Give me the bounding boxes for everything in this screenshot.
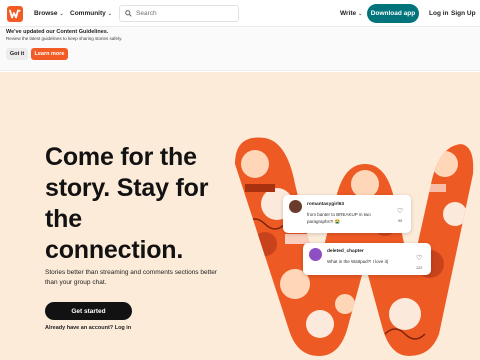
wattpad-logo-icon[interactable] — [7, 6, 23, 22]
comment-text: from banter to BREAKUP in two paragraphs… — [307, 212, 371, 224]
comment-username: romantasygirl63 — [307, 202, 345, 207]
guidelines-notice: We've updated our Content Guidelines. Re… — [0, 27, 480, 71]
hero-headline: Come for the story. Stay for the connect… — [45, 142, 235, 266]
have-account-text: Already have an account? Log in — [45, 325, 131, 331]
get-started-button[interactable]: Get started — [45, 302, 132, 320]
heart-icon[interactable]: ♡ — [416, 254, 422, 262]
search-icon — [125, 10, 132, 17]
search-box[interactable] — [119, 5, 239, 22]
download-app-button[interactable]: Download app — [367, 4, 419, 23]
comment-card: romantasygirl63 from banter to BREAKUP i… — [283, 195, 411, 233]
top-nav: Browse ⌄ Community ⌄ Write ⌄ Download ap… — [0, 0, 480, 27]
chevron-down-icon: ⌄ — [107, 10, 112, 17]
chevron-down-icon: ⌄ — [59, 10, 64, 17]
notice-text: Review the latest guidelines to keep sha… — [6, 36, 123, 41]
comment-text: What in the Wattpad?! I love it) — [327, 259, 389, 264]
heart-icon[interactable]: ♡ — [397, 207, 403, 215]
headline-line: story. Stay for — [45, 174, 209, 202]
login-link[interactable]: Log in — [429, 10, 449, 17]
comment-username: deleted_chapter — [327, 249, 364, 254]
community-label: Community — [70, 10, 106, 17]
notice-title: We've updated our Content Guidelines. — [6, 29, 109, 35]
hero-subtext: Stories better than streaming and commen… — [45, 269, 217, 286]
hero-section: Come for the story. Stay for the connect… — [0, 72, 480, 360]
have-account-label: Already have an account? — [45, 325, 114, 331]
headline-line: the — [45, 205, 82, 233]
hero-login-link[interactable]: Log in — [115, 325, 132, 331]
community-illustration — [235, 137, 474, 356]
avatar — [289, 200, 302, 213]
browse-menu[interactable]: Browse ⌄ — [34, 10, 64, 17]
signup-link[interactable]: Sign Up — [451, 10, 476, 17]
avatar — [309, 248, 322, 261]
got-it-button[interactable]: Got it — [6, 48, 28, 60]
write-label: Write — [340, 10, 357, 17]
comment-card: deleted_chapter What in the Wattpad?! I … — [303, 243, 431, 275]
headline-line: connection. — [45, 236, 184, 264]
community-menu[interactable]: Community ⌄ — [70, 10, 112, 17]
like-count: 95 — [398, 219, 403, 223]
headline-line: Come for the — [45, 143, 197, 171]
write-menu[interactable]: Write ⌄ — [340, 10, 362, 17]
browse-label: Browse — [34, 10, 58, 17]
learn-more-button[interactable]: Learn more — [31, 48, 68, 60]
like-count: 122 — [416, 266, 423, 270]
chevron-down-icon: ⌄ — [358, 10, 363, 17]
search-input[interactable] — [136, 10, 236, 17]
